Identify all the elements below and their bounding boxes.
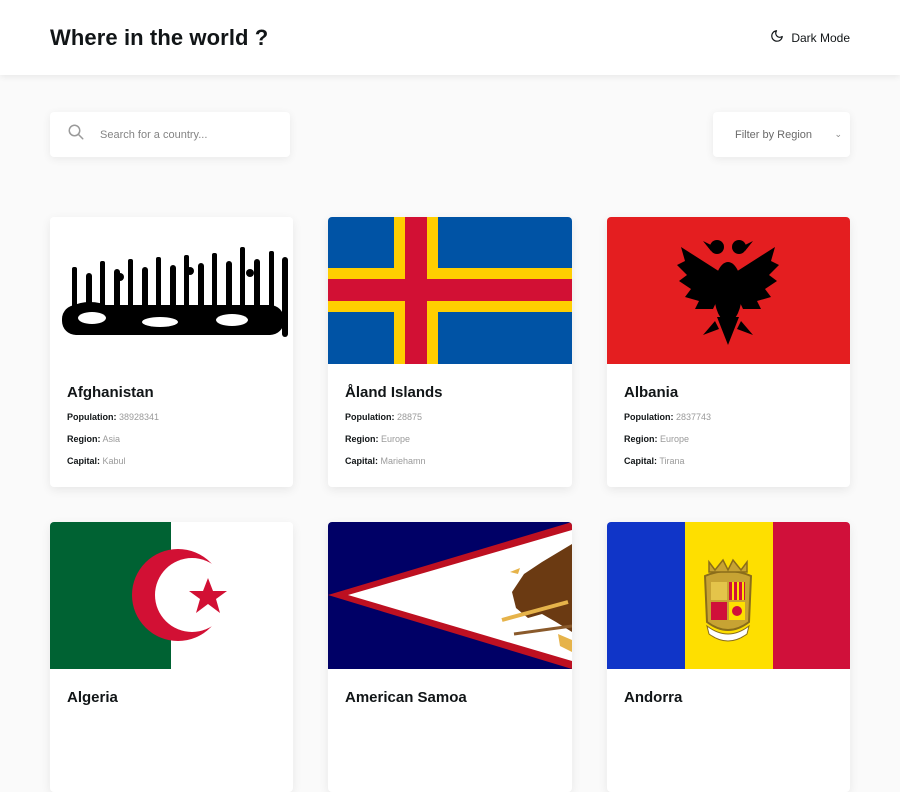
- country-name: Albania: [624, 384, 679, 401]
- country-name: Andorra: [624, 689, 683, 706]
- country-name: Åland Islands: [345, 384, 443, 401]
- chevron-down-icon: ⌄: [834, 129, 842, 139]
- flag-andorra: [607, 522, 850, 669]
- population-row: Population: 38928341: [67, 412, 160, 422]
- country-card-andorra[interactable]: Andorra: [607, 522, 850, 792]
- dark-mode-toggle[interactable]: Dark Mode: [770, 29, 850, 46]
- flag-aland-islands: [328, 217, 572, 364]
- country-card-afghanistan[interactable]: Afghanistan Population: 38928341 Region:…: [50, 217, 293, 487]
- flag-american-samoa: [328, 522, 572, 669]
- population-row: Population: 2837743: [624, 412, 712, 422]
- country-grid: Afghanistan Population: 38928341 Region:…: [50, 217, 850, 792]
- search-box: [50, 112, 290, 157]
- capital-value: Kabul: [102, 456, 126, 466]
- capital-row: Capital: Tirana: [624, 456, 685, 466]
- population-value: 2837743: [676, 412, 712, 422]
- region-row: Region: Asia: [67, 434, 121, 444]
- capital-row: Capital: Kabul: [67, 456, 126, 466]
- population-value: 28875: [397, 412, 423, 422]
- region-value: Europe: [660, 434, 690, 444]
- country-card-aland-islands[interactable]: Åland Islands Population: 28875 Region: …: [328, 217, 572, 487]
- region-filter-dropdown[interactable]: Filter by Region ⌄: [713, 112, 850, 157]
- dark-mode-label: Dark Mode: [791, 30, 850, 45]
- card-info: Andorra: [607, 669, 850, 706]
- region-row: Region: Europe: [624, 434, 690, 444]
- population-value: 38928341: [119, 412, 160, 422]
- app-header: Where in the world ? Dark Mode: [0, 0, 900, 75]
- region-value: Asia: [102, 434, 121, 444]
- capital-row: Capital: Mariehamn: [345, 456, 426, 466]
- capital-value: Tirana: [659, 456, 685, 466]
- region-filter-label: Filter by Region: [735, 128, 813, 141]
- country-name: American Samoa: [345, 689, 467, 706]
- country-card-american-samoa[interactable]: American Samoa: [328, 522, 572, 792]
- country-card-algeria[interactable]: Algeria: [50, 522, 293, 792]
- card-info: Algeria: [50, 669, 293, 706]
- capital-value: Mariehamn: [380, 456, 426, 466]
- moon-icon: [770, 29, 784, 46]
- country-name: Algeria: [67, 689, 118, 706]
- card-info: Albania Population: 2837743 Region: Euro…: [607, 364, 850, 466]
- country-name: Afghanistan: [67, 384, 154, 401]
- page-title: Where in the world ?: [50, 24, 269, 50]
- region-value: Europe: [381, 434, 411, 444]
- search-icon: [67, 123, 85, 146]
- country-card-albania[interactable]: Albania Population: 2837743 Region: Euro…: [607, 217, 850, 487]
- flag-afghanistan: [50, 217, 293, 364]
- region-row: Region: Europe: [345, 434, 411, 444]
- card-info: Afghanistan Population: 38928341 Region:…: [50, 364, 293, 466]
- flag-albania: [607, 217, 850, 364]
- flag-algeria: [50, 522, 293, 669]
- card-info: Åland Islands Population: 28875 Region: …: [328, 364, 572, 466]
- population-row: Population: 28875: [345, 412, 423, 422]
- coat-of-arms: [703, 558, 753, 642]
- search-input[interactable]: [100, 128, 270, 141]
- card-info: American Samoa: [328, 669, 572, 706]
